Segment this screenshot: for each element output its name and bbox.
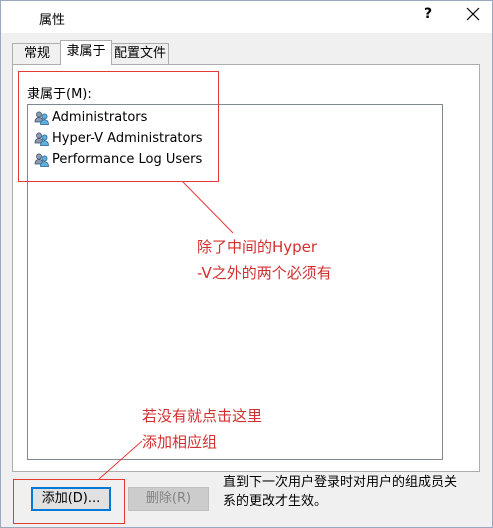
annotation-text-line1: 除了中间的Hyper — [197, 238, 318, 256]
tab-member-of[interactable]: 隶属于 — [60, 40, 112, 65]
properties-dialog: 属性 ? 常规 隶属于 配置文件 隶属于(M): Administrators — [0, 0, 493, 528]
change-note: 直到下一次用户登录时对用户的组成员关系的更改才生效。 — [223, 475, 458, 509]
annotation-text-line3: 若没有就点击这里 — [142, 407, 263, 425]
annotation-box-add — [13, 479, 125, 524]
annotation-box-members — [18, 71, 219, 182]
tab-general[interactable]: 常规 — [12, 43, 62, 64]
remove-button: 删除(R) — [128, 487, 209, 511]
title-bar: 属性 ? — [1, 1, 492, 33]
close-button[interactable] — [458, 3, 488, 27]
annotation-text-line2: -V之外的两个必须有 — [197, 264, 332, 282]
help-button[interactable]: ? — [413, 3, 443, 27]
close-icon — [466, 7, 480, 21]
annotation-text-line4: 添加相应组 — [142, 433, 218, 451]
dialog-title: 属性 — [39, 13, 66, 28]
tab-profile[interactable]: 配置文件 — [111, 43, 169, 64]
